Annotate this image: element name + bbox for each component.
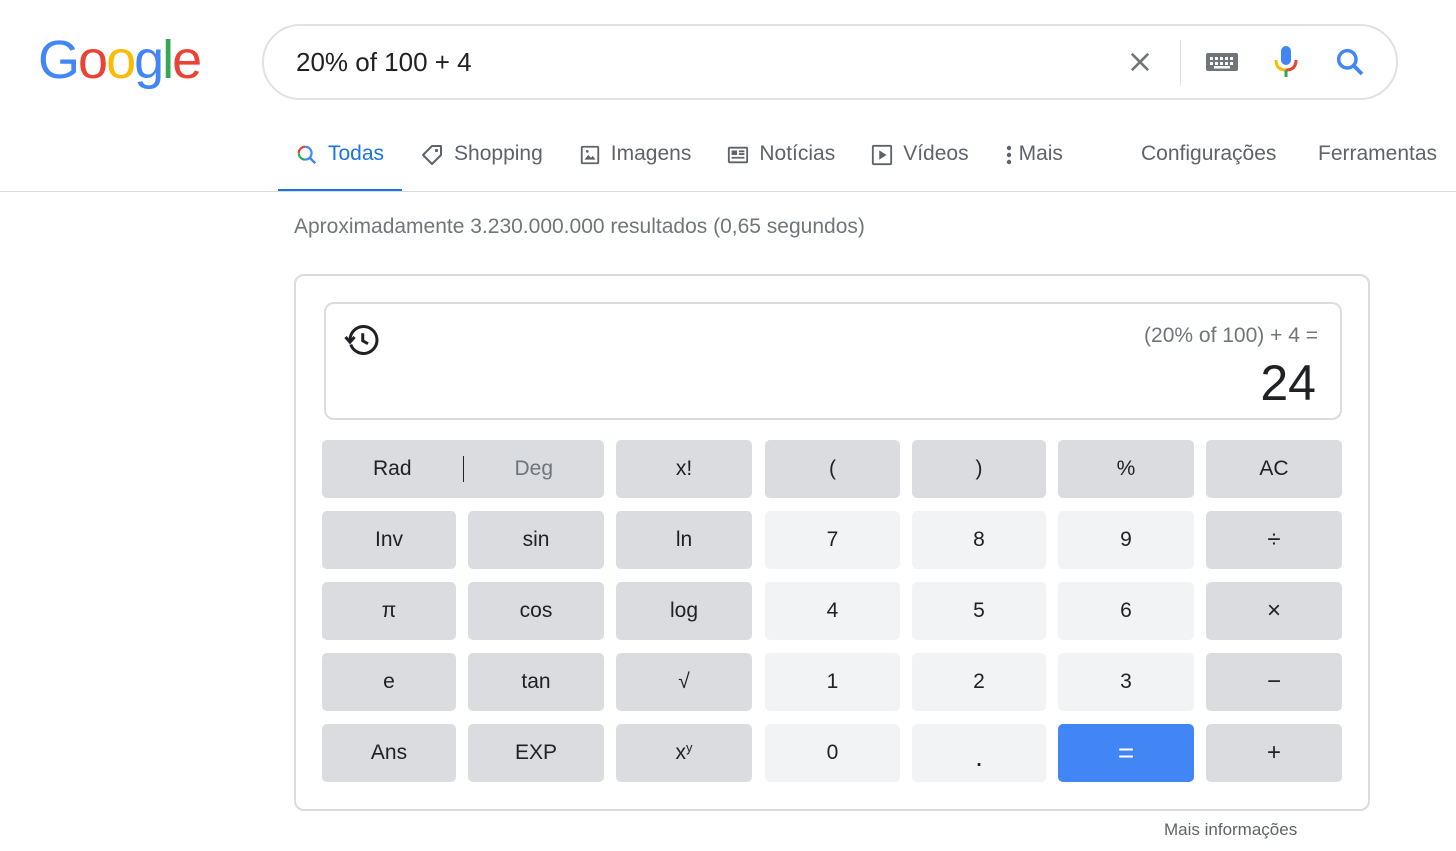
digit-4-key[interactable]: 4 [765,582,900,640]
log-key[interactable]: log [616,582,752,640]
tab-label: Shopping [454,142,543,165]
digit-6-key[interactable]: 6 [1058,582,1194,640]
newspaper-icon [727,142,749,168]
right-paren-key[interactable]: ) [912,440,1046,498]
deg-label[interactable]: Deg [464,457,605,481]
decimal-key[interactable]: . [912,724,1046,782]
calculator-expression: (20% of 100) + 4 = [1144,324,1318,347]
image-icon [579,142,601,168]
voice-search-button[interactable] [1264,40,1308,84]
tan-key[interactable]: tan [468,653,604,711]
logo-letter: l [162,30,174,90]
left-paren-key[interactable]: ( [765,440,900,498]
settings-link[interactable]: Configurações [1141,128,1276,166]
play-icon [871,142,893,168]
search-icon [296,142,318,168]
search-icon [1336,48,1364,76]
microphone-icon [1274,46,1298,77]
power-key[interactable]: xy [616,724,752,782]
ans-key[interactable]: Ans [322,724,456,782]
equals-key[interactable]: = [1058,724,1194,782]
cos-key[interactable]: cos [468,582,604,640]
tab-mais[interactable]: Mais [987,128,1081,192]
tab-label: Mais [1018,142,1063,165]
tab-label: Imagens [610,142,692,165]
rad-deg-toggle[interactable]: Rad Deg [322,440,604,498]
tab-noticias[interactable]: Notícias [709,128,853,192]
tab-imagens[interactable]: Imagens [561,128,710,192]
sin-key[interactable]: sin [468,511,604,569]
more-info-link[interactable]: Mais informações [1164,820,1297,840]
calculator-result: 24 [1260,355,1316,411]
divide-key[interactable]: ÷ [1206,511,1342,569]
clear-button[interactable] [1118,40,1162,84]
tab-shopping[interactable]: Shopping [402,128,561,192]
tools-link[interactable]: Ferramentas [1318,128,1437,166]
digit-2-key[interactable]: 2 [912,653,1046,711]
more-vert-icon [1005,142,1013,168]
digit-1-key[interactable]: 1 [765,653,900,711]
tab-todas[interactable]: Todas [278,128,403,192]
factorial-key[interactable]: x! [616,440,752,498]
digit-9-key[interactable]: 9 [1058,511,1194,569]
multiply-key[interactable]: × [1206,582,1342,640]
rad-label[interactable]: Rad [322,457,463,481]
logo-letter: e [172,30,202,90]
exp-key[interactable]: EXP [468,724,604,782]
keyboard-button[interactable] [1200,40,1244,84]
logo-letter: g [134,30,164,90]
e-key[interactable]: e [322,653,456,711]
header-divider [0,191,1456,192]
pi-key[interactable]: π [322,582,456,640]
logo-letter: o [106,30,136,90]
ln-key[interactable]: ln [616,511,752,569]
search-box [262,24,1398,100]
tab-videos[interactable]: Vídeos [853,128,986,192]
power-base: x [675,741,687,764]
power-exponent: y [686,739,693,755]
keyboard-icon [1206,53,1238,71]
results-count: Aproximadamente 3.230.000.000 resultados… [294,215,865,238]
tab-label: Todas [328,142,385,165]
calculator-card: (20% of 100) + 4 = 24 Rad Deg x! ( ) % A… [294,274,1370,811]
digit-0-key[interactable]: 0 [765,724,900,782]
inv-key[interactable]: Inv [322,511,456,569]
history-icon[interactable] [344,322,380,358]
percent-key[interactable]: % [1058,440,1194,498]
digit-8-key[interactable]: 8 [912,511,1046,569]
all-clear-key[interactable]: AC [1206,440,1342,498]
logo-letter: G [38,30,80,90]
minus-key[interactable]: − [1206,653,1342,711]
sqrt-key[interactable]: √ [616,653,752,711]
logo-letter: o [78,30,108,90]
google-logo[interactable]: Google [38,30,202,90]
search-separator [1180,40,1181,86]
tab-label: Vídeos [903,142,969,165]
search-tabs: Todas Shopping Imagens Notícias Vídeos M… [278,128,1081,192]
calculator-display: (20% of 100) + 4 = 24 [324,302,1342,420]
close-icon [1130,52,1150,72]
search-button[interactable] [1328,40,1372,84]
digit-7-key[interactable]: 7 [765,511,900,569]
tag-icon [420,142,444,168]
search-input[interactable] [296,26,1096,98]
plus-key[interactable]: + [1206,724,1342,782]
digit-3-key[interactable]: 3 [1058,653,1194,711]
tab-label: Notícias [759,142,836,165]
digit-5-key[interactable]: 5 [912,582,1046,640]
